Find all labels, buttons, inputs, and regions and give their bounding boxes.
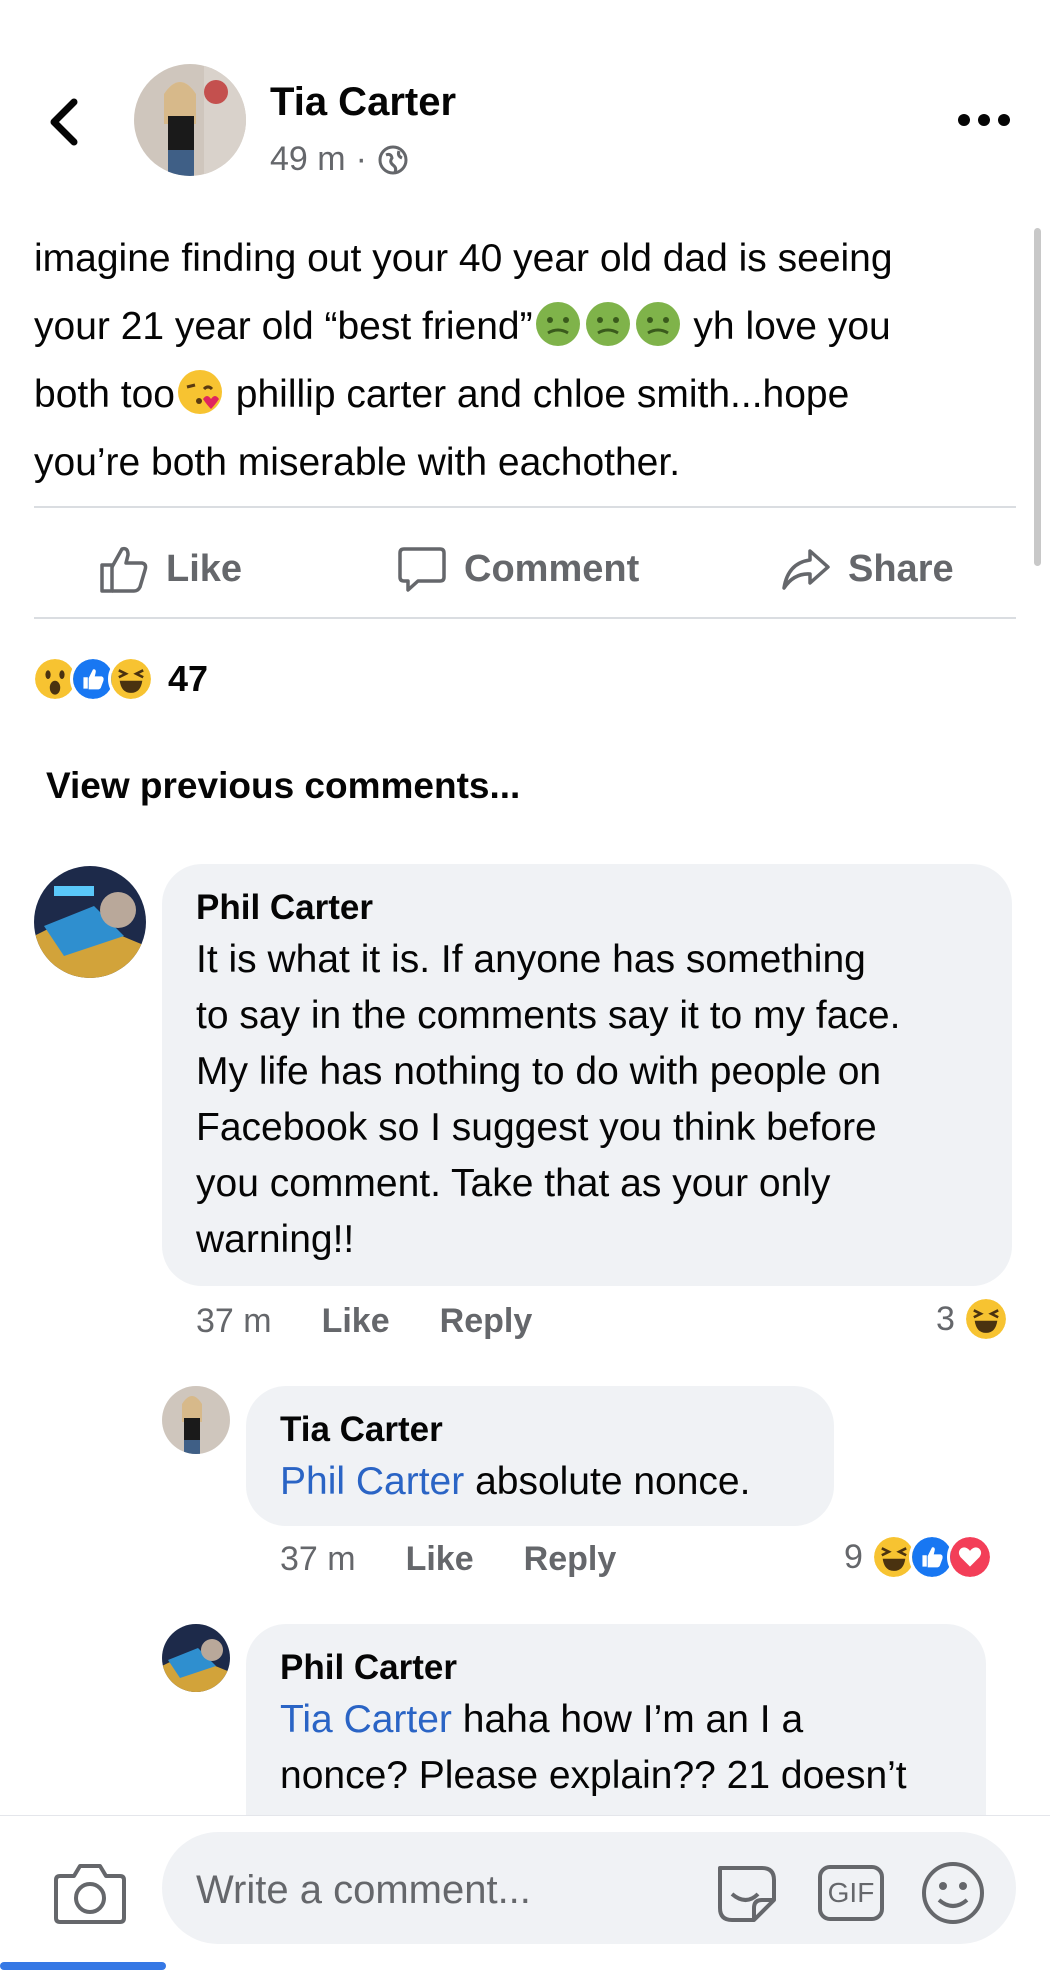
comment-line: It is what it is. If anyone has somethin… (196, 938, 866, 981)
mention-link[interactable]: Phil Carter (280, 1460, 464, 1503)
sticker-icon[interactable] (712, 1860, 782, 1926)
comment-line: My life has nothing to do with people on (196, 1050, 882, 1093)
comment-time: 37 m (196, 1302, 272, 1340)
comment-reactions[interactable]: 3 (936, 1296, 1009, 1342)
post-author-name[interactable]: Tia Carter (270, 80, 456, 125)
comment-reaction-count: 3 (936, 1299, 955, 1338)
comment-input-placeholder: Write a comment... (196, 1868, 531, 1912)
chevron-left-icon[interactable] (44, 92, 84, 152)
reply-line: nonce? Please explain?? 21 doesn’t (280, 1754, 907, 1797)
reply-like-button[interactable]: Like (406, 1540, 474, 1579)
comment-line: warning!! (196, 1218, 355, 1261)
reply-bubble: Tia Carter Phil Carter absolute nonce. (246, 1386, 834, 1526)
reply-author-name[interactable]: Tia Carter (280, 1410, 750, 1450)
post-text-segment: yh love you (682, 305, 891, 348)
reply-author-name[interactable]: Phil Carter (280, 1648, 907, 1688)
comment-line: to say in the comments say it to my face… (196, 994, 901, 1037)
reply-avatar[interactable] (162, 1386, 230, 1454)
reaction-count: 47 (168, 658, 209, 699)
post-text-segment: phillip carter and chloe smith...hope (224, 373, 850, 416)
kissing-face-emoji-icon (177, 370, 222, 414)
meta-separator: · (355, 140, 367, 178)
reaction-summary[interactable]: 47 (32, 654, 208, 704)
post-text-segment: your 21 year old “best friend” (34, 305, 533, 348)
post-meta: 49 m · (270, 140, 409, 179)
post-line: imagine finding out your 40 year old dad… (34, 237, 893, 280)
emoji-icon[interactable] (920, 1860, 986, 1926)
like-label: Like (166, 547, 243, 590)
speech-bubble-icon (398, 547, 446, 592)
mention-link[interactable]: Tia Carter (280, 1698, 452, 1741)
comment-line: Facebook so I suggest you think before (196, 1106, 877, 1149)
reply-avatar[interactable] (162, 1624, 230, 1692)
comment-bubble: Phil Carter It is what it is. If anyone … (162, 864, 1012, 1286)
view-previous-comments-link[interactable]: View previous comments... (46, 765, 520, 807)
comment-button[interactable]: Comment (396, 538, 639, 600)
home-indicator (0, 1962, 166, 1970)
divider (34, 617, 1016, 619)
comment-line: you comment. Take that as your only (196, 1162, 831, 1205)
divider (34, 506, 1016, 508)
reply-text-segment: haha how I’m an I a (451, 1698, 804, 1741)
like-button[interactable]: Like (98, 538, 242, 600)
nauseated-face-emoji-icon (635, 302, 680, 346)
reply-reply-button[interactable]: Reply (524, 1540, 617, 1579)
commenter-name[interactable]: Phil Carter (196, 888, 900, 928)
share-button[interactable]: Share (780, 538, 954, 600)
camera-icon[interactable] (54, 1860, 126, 1926)
post-time: 49 m (270, 140, 346, 178)
reply-time: 37 m (280, 1540, 356, 1578)
scrollbar[interactable] (1034, 228, 1041, 566)
comment-label: Comment (464, 547, 640, 590)
reply-text: Phil Carter absolute nonce. (280, 1454, 750, 1510)
nauseated-face-emoji-icon (585, 302, 630, 346)
reply-reactions[interactable]: 9 (844, 1534, 993, 1580)
reply-text: Tia Carter haha how I’m an I a nonce? Pl… (280, 1692, 907, 1804)
post-line: your 21 year old “best friend” yh love y… (34, 293, 1014, 361)
comment-like-button[interactable]: Like (322, 1302, 390, 1341)
reply-line: Tia Carter haha how I’m an I a (280, 1692, 907, 1748)
love-icon (946, 1534, 993, 1580)
reply-text-segment: absolute nonce. (464, 1460, 751, 1503)
comment-reply-button[interactable]: Reply (440, 1302, 533, 1341)
ellipsis-icon[interactable] (956, 108, 1012, 132)
comment-meta: 37 m Like Reply (196, 1302, 532, 1341)
comment-text: It is what it is. If anyone has somethin… (196, 932, 900, 1268)
nauseated-face-emoji-icon (535, 302, 580, 346)
share-label: Share (848, 547, 954, 590)
globe-icon (378, 145, 408, 174)
gif-icon[interactable]: GIF (818, 1865, 884, 1921)
haha-icon (108, 656, 154, 702)
reply-meta: 37 m Like Reply (280, 1540, 616, 1579)
post-text-segment: both too (34, 373, 175, 416)
author-avatar[interactable] (134, 64, 246, 176)
gif-label: GIF (827, 1877, 875, 1908)
share-arrow-icon (782, 549, 830, 590)
post-line: both too phillip carter and chloe smith.… (34, 361, 1014, 429)
haha-icon (962, 1296, 1009, 1342)
reply-reaction-count: 9 (844, 1537, 863, 1576)
post-line: you’re both miserable with eachother. (34, 441, 681, 484)
thumbs-up-icon (100, 546, 148, 593)
post-text: imagine finding out your 40 year old dad… (34, 225, 1014, 497)
commenter-avatar[interactable] (34, 866, 146, 978)
